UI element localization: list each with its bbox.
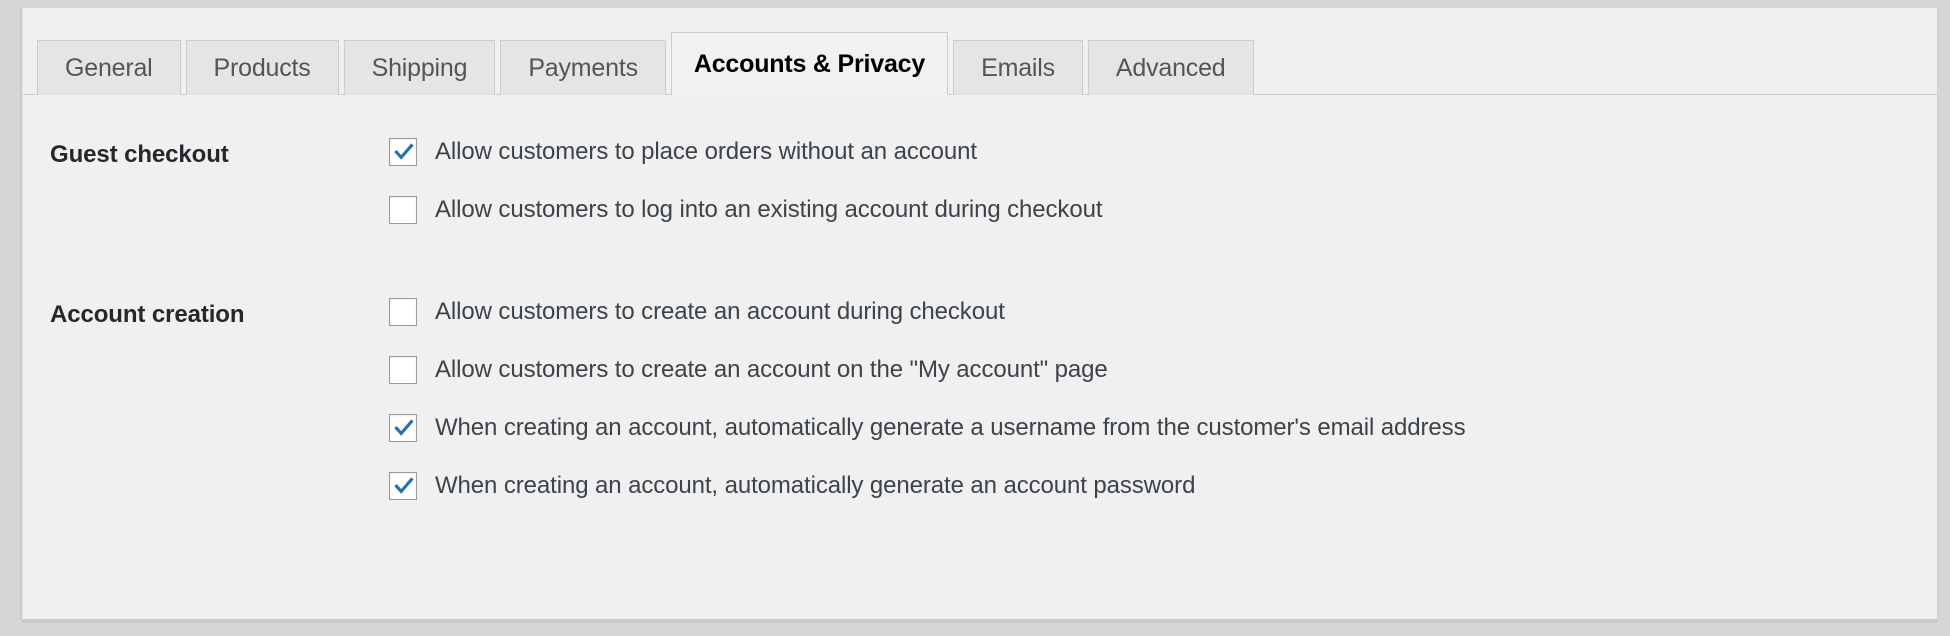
option-row[interactable]: Allow customers to create an account dur… [389,297,1937,327]
checkbox-guest-checkout-2[interactable] [389,196,417,224]
frame-shadow-bottom [22,620,1938,623]
option-list-guest-checkout: Allow customers to place orders without … [389,137,1937,225]
settings-screen: General Products Shipping Payments Accounts … [0,0,1950,636]
field-group-guest-checkout: Guest checkout Allow customers to place o… [23,137,1937,225]
option-list-account-creation: Allow customers to create an account dur… [389,297,1937,501]
option-label[interactable]: Allow customers to create an account on … [435,355,1108,385]
settings-panel: General Products Shipping Payments Accounts … [22,8,1938,620]
option-row[interactable]: When creating an account, automatically … [389,471,1937,501]
field-group-label-account-creation: Account creation [50,301,245,328]
checkbox-guest-checkout-1[interactable] [389,138,417,166]
option-label[interactable]: Allow customers to place orders without … [435,137,977,167]
check-icon [394,143,414,160]
option-label[interactable]: Allow customers to create an account dur… [435,297,1005,327]
checkbox-account-creation-4[interactable] [389,472,417,500]
tab-general[interactable]: General [37,40,181,95]
field-group-account-creation: Account creation Allow customers to creat… [23,297,1937,501]
tab-shipping[interactable]: Shipping [343,40,496,95]
check-icon [394,477,414,494]
tab-emails[interactable]: Emails [953,40,1083,95]
option-row[interactable]: When creating an account, automatically … [389,413,1937,443]
field-group-label-guest-checkout: Guest checkout [50,141,229,168]
checkbox-account-creation-2[interactable] [389,356,417,384]
tab-payments[interactable]: Payments [500,40,666,95]
settings-form: Guest checkout Allow customers to place o… [23,96,1937,501]
option-row[interactable]: Allow customers to create an account on … [389,355,1937,385]
option-row[interactable]: Allow customers to log into an existing … [389,195,1937,225]
check-icon [394,419,414,436]
option-label[interactable]: When creating an account, automatically … [435,413,1466,443]
settings-tab-strip: General Products Shipping Payments Accounts … [23,8,1937,97]
tab-accounts-privacy[interactable]: Accounts & Privacy [670,32,949,97]
option-label[interactable]: When creating an account, automatically … [435,471,1195,501]
tab-products[interactable]: Products [185,40,339,95]
checkbox-account-creation-3[interactable] [389,414,417,442]
option-label[interactable]: Allow customers to log into an existing … [435,195,1103,225]
checkbox-account-creation-1[interactable] [389,298,417,326]
settings-tabs: General Products Shipping Payments Accounts … [37,32,1254,97]
tab-advanced[interactable]: Advanced [1087,40,1254,95]
option-row[interactable]: Allow customers to place orders without … [389,137,1937,167]
